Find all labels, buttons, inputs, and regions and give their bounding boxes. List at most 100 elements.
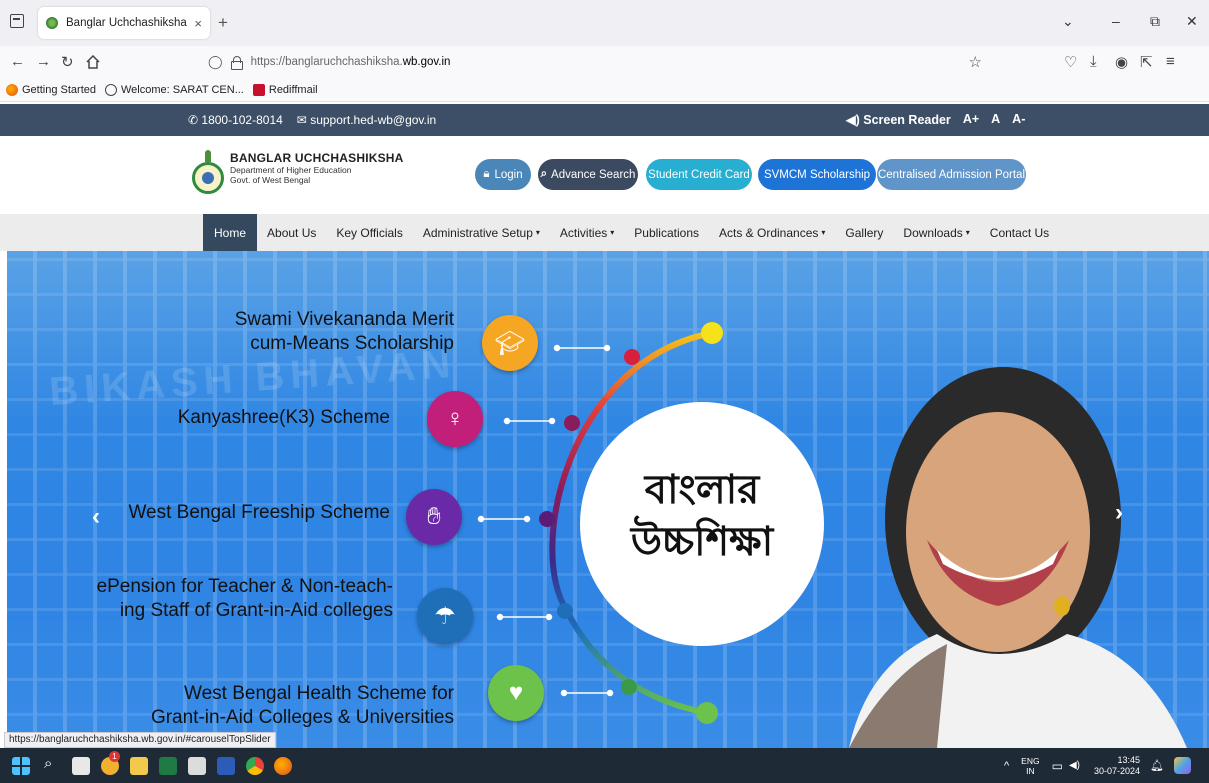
carousel-prev-button[interactable]: ‹: [92, 503, 100, 531]
bookmark-label: Getting Started: [22, 83, 96, 96]
main-menu: Home About Us Key Officials Administrati…: [0, 214, 1209, 251]
svmcm-scholarship-button[interactable]: SVMCM Scholarship: [758, 159, 876, 190]
govt-emblem-logo[interactable]: [192, 150, 224, 194]
menu-home[interactable]: Home: [203, 214, 258, 251]
scheme-health[interactable]: West Bengal Health Scheme for Grant-in-A…: [151, 682, 454, 730]
new-tab-button[interactable]: +: [218, 13, 228, 33]
bookmarks-toolbar: Getting Started Welcome: SARAT CEN... Re…: [0, 78, 1209, 102]
browser-navigation-bar: ← → ↻ ◯ https://banglaruchchashiksha. wb.…: [0, 46, 1209, 78]
site-brand[interactable]: BANGLAR UCHCHASHIKSHA Department of High…: [230, 151, 404, 185]
status-bar-link-preview: https://banglaruchchashiksha.wb.gov.in/#…: [4, 732, 276, 748]
advance-search-button[interactable]: ⌕ Advance Search: [538, 159, 638, 190]
bookmark-rediffmail[interactable]: Rediffmail: [252, 83, 318, 96]
speaker-icon: ◀): [846, 113, 864, 127]
bookmark-star-icon[interactable]: ☆: [969, 53, 982, 71]
window-close-button[interactable]: ✕: [1186, 13, 1198, 30]
home-icon[interactable]: [86, 55, 100, 69]
menu-contact-us[interactable]: Contact Us: [980, 214, 1059, 251]
reload-icon[interactable]: ↻: [61, 53, 74, 71]
window-restore-button[interactable]: ⧉: [1150, 13, 1160, 30]
menu-about-us[interactable]: About Us: [257, 214, 326, 251]
email-address: support.hed-wb@gov.in: [310, 113, 437, 127]
address-bar[interactable]: ◯ https://banglaruchchashiksha. wb.gov.in…: [208, 49, 992, 75]
tab-close-icon[interactable]: ×: [194, 16, 202, 31]
scheme-freeship[interactable]: West Bengal Freeship Scheme: [128, 501, 390, 525]
rediff-icon: [252, 83, 265, 96]
tray-overflow-icon[interactable]: ^: [1004, 760, 1009, 772]
search-icon: ⌕: [540, 168, 548, 180]
menu-icon[interactable]: ≡: [1166, 53, 1175, 70]
login-button[interactable]: 🔒︎ Login: [475, 159, 531, 190]
scheme-label: West Bengal Freeship Scheme: [128, 502, 390, 523]
brand-government: Govt. of West Bengal: [230, 175, 311, 185]
phone-contact[interactable]: ✆ 1800-102-8014: [188, 113, 283, 127]
mail-icon: ✉: [296, 113, 311, 127]
menu-label: Key Officials: [336, 225, 403, 240]
network-icon[interactable]: ▭: [1052, 759, 1063, 773]
girl-student-icon[interactable]: ♀: [427, 391, 483, 447]
freeship-icon[interactable]: ✋︎: [406, 489, 462, 545]
language-indicator[interactable]: ENG IN: [1021, 756, 1039, 776]
screen-reader-link[interactable]: ◀) Screen Reader: [846, 112, 951, 127]
account-icon[interactable]: ◉: [1115, 53, 1128, 71]
menu-label: Activities: [559, 225, 608, 240]
file-explorer-icon[interactable]: [130, 757, 148, 775]
chrome-icon[interactable]: [246, 757, 264, 775]
downloads-icon[interactable]: ⤓: [1090, 53, 1097, 70]
brand-department: Department of Higher Education: [230, 165, 352, 175]
font-increase-button[interactable]: A+: [963, 112, 979, 127]
student-credit-card-button[interactable]: Student Credit Card: [646, 159, 752, 190]
windows-start-icon[interactable]: [12, 757, 30, 775]
clock[interactable]: 13:45 30-07-2024: [1094, 755, 1140, 777]
scheme-label: ing Staff of Grant-in-Aid colleges: [119, 600, 393, 621]
caret-down-icon: ▾: [610, 228, 615, 237]
notification-bell-icon[interactable]: 🔔︎: [1150, 759, 1164, 772]
carousel-next-button[interactable]: ›: [1115, 499, 1123, 527]
scheme-epension[interactable]: ePension for Teacher & Non-teach- ing St…: [97, 575, 393, 623]
email-contact[interactable]: ✉ support.hed-wb@gov.in: [297, 113, 436, 127]
search-icon[interactable]: ⌕: [44, 755, 62, 773]
menu-gallery[interactable]: Gallery: [835, 214, 893, 251]
browser-tab[interactable]: Banglar Uchchashiksha ×: [38, 7, 210, 39]
menu-acts-ordinances[interactable]: Acts & Ordinances ▾: [709, 214, 835, 251]
menu-label: Gallery: [845, 225, 884, 240]
bookmark-getting-started[interactable]: Getting Started: [6, 83, 96, 96]
centralised-admission-portal-button[interactable]: Centralised Admission Portal: [877, 159, 1026, 190]
bookmark-label: Welcome: SARAT CEN...: [121, 83, 244, 96]
copilot-icon[interactable]: [1173, 757, 1191, 774]
site-top-bar: ✆ 1800-102-8014 ✉ support.hed-wb@gov.in …: [0, 104, 1209, 136]
extensions-icon[interactable]: ⇱: [1140, 53, 1153, 71]
menu-label: About Us: [267, 225, 317, 240]
scheme-label: Grant-in-Aid Colleges & Universities: [150, 707, 454, 728]
menu-downloads[interactable]: Downloads ▾: [893, 214, 979, 251]
brand-title: BANGLAR UCHCHASHIKSHA: [230, 151, 404, 165]
bookmark-welcome[interactable]: Welcome: SARAT CEN...: [105, 83, 244, 96]
menu-key-officials[interactable]: Key Officials: [326, 214, 412, 251]
health-heart-icon[interactable]: ♥︎: [488, 665, 544, 721]
pocket-icon[interactable]: ♡: [1064, 53, 1077, 71]
word-icon[interactable]: [217, 757, 235, 775]
windows-taskbar: ⌕ 1 ^ ENG IN ▭ ◀) 13:45 30-07-2024 🔔︎: [0, 748, 1209, 783]
font-normal-button[interactable]: A: [991, 112, 1000, 127]
back-icon[interactable]: ←: [10, 53, 25, 70]
scholarship-icon[interactable]: 🎓︎: [482, 315, 538, 371]
window-minimize-button[interactable]: –: [1112, 13, 1120, 29]
scheme-svmcm[interactable]: Swami Vivekananda Merit cum-Means Schola…: [235, 308, 454, 356]
font-decrease-button[interactable]: A-: [1012, 112, 1025, 127]
tab-overflow-icon[interactable]: ⌄: [1062, 13, 1074, 30]
tab-list-icon[interactable]: [10, 14, 24, 28]
notepad-icon[interactable]: [188, 757, 206, 775]
menu-activities[interactable]: Activities ▾: [550, 214, 624, 251]
firefox-icon[interactable]: [274, 757, 292, 775]
scheme-label: West Bengal Health Scheme for: [183, 683, 454, 704]
tracking-shield-icon[interactable]: ◯: [208, 54, 223, 70]
lock-icon[interactable]: [230, 56, 243, 70]
excel-icon[interactable]: [159, 757, 177, 775]
pension-umbrella-icon[interactable]: ☂︎: [417, 588, 473, 644]
menu-administrative-setup[interactable]: Administrative Setup ▾: [413, 214, 550, 251]
task-view-icon[interactable]: [72, 757, 90, 775]
menu-publications[interactable]: Publications: [624, 214, 709, 251]
volume-icon[interactable]: ◀): [1069, 760, 1080, 771]
forward-icon[interactable]: →: [36, 53, 51, 70]
scheme-kanyashree[interactable]: Kanyashree(K3) Scheme: [178, 406, 390, 430]
